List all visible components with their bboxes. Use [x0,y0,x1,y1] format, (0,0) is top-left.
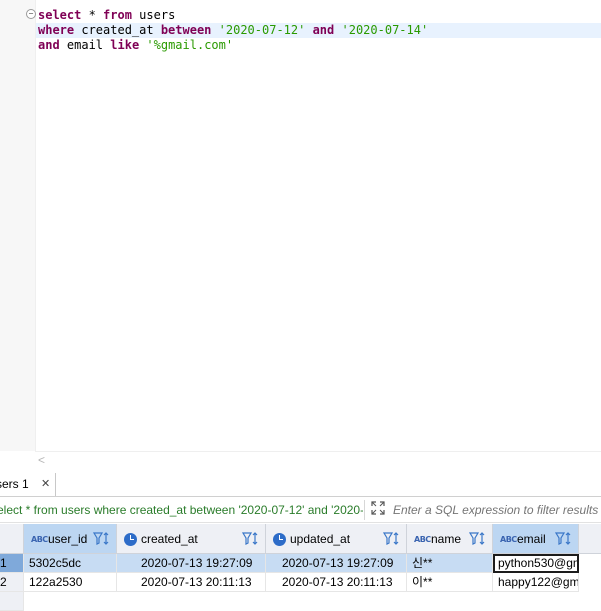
expand-icon[interactable] [369,501,387,519]
executed-query-text: elect * from users where created_at betw… [0,503,363,517]
sql-keyword: between [160,23,212,37]
scroll-left-icon[interactable]: < [38,453,45,467]
code-line-2[interactable]: where created_at between '2020-07-12' an… [36,23,601,38]
row-number[interactable]: 1 [0,554,24,573]
grid-corner[interactable] [0,524,24,554]
sql-keyword: from [103,8,132,22]
empty-row [0,592,601,611]
column-header-name[interactable]: ABC name [407,524,493,554]
cell-name[interactable]: 신** [407,554,493,573]
sql-keyword: like [110,38,140,52]
column-header-email[interactable]: ABC email [493,524,579,554]
column-header-user-id[interactable]: ABC user_id [24,524,117,554]
column-label: created_at [141,532,198,546]
column-label: user_id [48,532,88,546]
filter-sort-icon[interactable] [383,531,400,547]
code-line-3[interactable]: and email like '%gmail.com' [38,38,233,53]
cell-updated-at[interactable]: 2020-07-13 19:27:09 [266,554,407,573]
column-header-updated-at[interactable]: updated_at [266,524,407,554]
sql-keyword: select [38,8,82,22]
cell-created-at[interactable]: 2020-07-13 20:11:13 [117,573,266,592]
text-type-icon: ABC [500,535,517,544]
cell-name[interactable]: 이** [407,573,493,592]
sql-keyword: and [312,23,335,37]
sql-editor[interactable]: − select * from users where created_at b… [0,0,601,451]
row-number[interactable]: 2 [0,573,24,592]
column-label: email [517,532,546,546]
sql-string: '%gmail.com' [146,38,234,52]
results-grid[interactable]: ABC user_id created_at updated_at ABC na… [0,524,601,611]
filter-bar: elect * from users where created_at betw… [0,498,601,523]
clock-icon [273,533,286,546]
cell-updated-at[interactable]: 2020-07-13 20:11:13 [266,573,407,592]
filter-sort-icon[interactable] [555,531,572,547]
sql-text: email [59,38,111,52]
table-row[interactable]: 2 122a2530 2020-07-13 20:11:13 2020-07-1… [0,573,601,592]
code-line-1[interactable]: select * from users [38,8,175,23]
grid-header-filler [579,524,601,554]
filter-sort-icon[interactable] [242,531,259,547]
editor-horizontal-scrollbar[interactable]: < [35,451,601,468]
column-label: updated_at [290,532,351,546]
sql-string: '2020-07-14' [341,23,429,37]
filter-sort-icon[interactable] [469,531,486,547]
cell-email[interactable]: python530@gmail.com [493,554,579,573]
tab-results-users[interactable]: sers 1 ✕ [0,473,56,496]
filter-input[interactable] [393,502,601,518]
sql-keyword: where [38,23,75,37]
fold-marker-icon[interactable]: − [26,9,36,19]
editor-gutter: − [0,0,36,451]
cell-created-at[interactable]: 2020-07-13 19:27:09 [117,554,266,573]
sql-text: * [81,8,104,22]
close-icon[interactable]: ✕ [41,477,50,490]
cell-user-id[interactable]: 5302c5dc [24,554,117,573]
text-type-icon: ABC [414,535,431,544]
tab-label: sers 1 [0,477,29,491]
clock-icon [124,533,137,546]
result-tab-bar: sers 1 ✕ [0,473,601,497]
cell-user-id[interactable]: 122a2530 [24,573,117,592]
divider [364,500,365,520]
sql-string: '2020-07-12' [218,23,306,37]
sql-text: created_at [74,23,161,37]
row-number-empty [0,592,24,611]
table-row[interactable]: 1 5302c5dc 2020-07-13 19:27:09 2020-07-1… [0,554,601,573]
expand-icon-graphic [371,501,385,515]
sql-keyword: and [38,38,60,52]
column-label: name [431,532,462,546]
column-header-created-at[interactable]: created_at [117,524,266,554]
filter-sort-icon[interactable] [93,531,110,547]
text-type-icon: ABC [31,535,48,544]
cell-email[interactable]: happy122@gmail.com [493,573,579,592]
sql-text: users [131,8,176,22]
